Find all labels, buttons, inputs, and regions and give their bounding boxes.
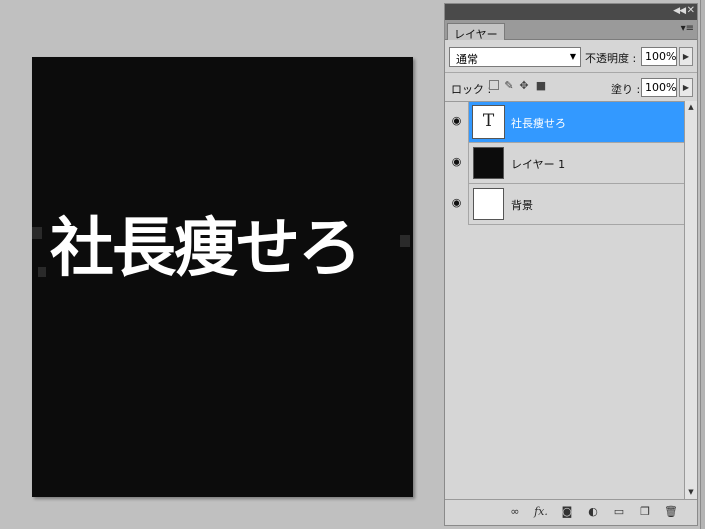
visibility-eye-icon[interactable]: ◉ bbox=[445, 143, 469, 184]
lock-label: ロック : bbox=[451, 83, 492, 96]
lock-all-icon[interactable]: ■ bbox=[535, 80, 547, 92]
folder-icon[interactable]: ▭ bbox=[611, 505, 627, 519]
layer-row-layer1[interactable]: ◉ レイヤー 1 bbox=[445, 143, 685, 184]
panel-bottom-toolbar: ∞ fx. ◙ ◐ ▭ ❐ 🗑 bbox=[445, 499, 697, 525]
layer-name: レイヤー 1 bbox=[511, 158, 566, 171]
text-layer-thumbnail: T bbox=[472, 105, 505, 139]
canvas-text-layer: 社長痩せろ bbox=[50, 211, 362, 286]
visibility-eye-icon[interactable]: ◉ bbox=[445, 102, 469, 143]
panel-title-bar: ◀◀ ✕ bbox=[445, 4, 697, 20]
link-icon[interactable]: ∞ bbox=[507, 505, 523, 519]
new-layer-icon[interactable]: ❐ bbox=[637, 505, 653, 519]
close-icon[interactable]: ✕ bbox=[687, 5, 695, 16]
adjacent-panel-edge bbox=[700, 0, 705, 529]
blend-opacity-row: 通常 ▼ 不透明度 : 100% ▶ bbox=[445, 44, 697, 72]
scroll-up-icon[interactable]: ▲ bbox=[685, 101, 697, 114]
layer-row-background[interactable]: ◉ 背景 bbox=[445, 184, 685, 225]
layers-list: ◉ T 社長痩せろ ◉ レイヤー 1 ◉ 背景 bbox=[445, 101, 685, 499]
adjustment-icon[interactable]: ◐ bbox=[585, 505, 601, 519]
lock-move-icon[interactable]: ✥ bbox=[518, 80, 530, 92]
layer-name: 背景 bbox=[511, 199, 533, 212]
collapse-icon[interactable]: ◀◀ bbox=[673, 6, 686, 16]
dropdown-arrow-icon: ▼ bbox=[569, 52, 576, 61]
fill-slider-button[interactable]: ▶ bbox=[679, 78, 693, 97]
panel-menu-icon[interactable]: ▾≡ bbox=[681, 23, 694, 34]
stray-brush-mark bbox=[38, 267, 46, 277]
opacity-input[interactable]: 100% bbox=[641, 47, 677, 66]
visibility-eye-icon[interactable]: ◉ bbox=[445, 184, 469, 225]
blend-mode-value: 通常 bbox=[456, 53, 478, 66]
layers-scrollbar[interactable]: ▲ ▼ bbox=[684, 101, 697, 499]
stray-brush-mark bbox=[32, 227, 42, 239]
lock-fill-row: ロック : ✎ ✥ ■ 塗り : 100% ▶ bbox=[445, 74, 697, 100]
mask-icon[interactable]: ◙ bbox=[559, 505, 575, 519]
scroll-down-icon[interactable]: ▼ bbox=[685, 486, 697, 499]
layers-panel: ◀◀ ✕ レイヤー ▾≡ 通常 ▼ 不透明度 : 100% ▶ ロック : ✎ … bbox=[444, 3, 698, 526]
lock-brush-icon[interactable]: ✎ bbox=[503, 80, 515, 92]
tab-layers[interactable]: レイヤー bbox=[447, 23, 505, 41]
layer-row-text[interactable]: ◉ T 社長痩せろ bbox=[445, 102, 685, 143]
layer-thumbnail bbox=[473, 188, 504, 220]
opacity-slider-button[interactable]: ▶ bbox=[679, 47, 693, 66]
layer-thumbnail bbox=[473, 147, 504, 179]
blend-mode-select[interactable]: 通常 ▼ bbox=[449, 47, 581, 67]
fill-label: 塗り : bbox=[611, 83, 641, 96]
panel-tab-bar: レイヤー ▾≡ bbox=[445, 20, 697, 41]
fill-input[interactable]: 100% bbox=[641, 78, 677, 97]
fx-icon[interactable]: fx. bbox=[533, 505, 549, 519]
lock-transparency-icon[interactable] bbox=[489, 80, 499, 90]
opacity-label: 不透明度 : bbox=[585, 52, 637, 65]
divider bbox=[445, 72, 697, 73]
trash-icon[interactable]: 🗑 bbox=[663, 505, 679, 519]
document-canvas[interactable]: 社長痩せろ bbox=[32, 57, 413, 497]
layer-name: 社長痩せろ bbox=[511, 117, 566, 130]
